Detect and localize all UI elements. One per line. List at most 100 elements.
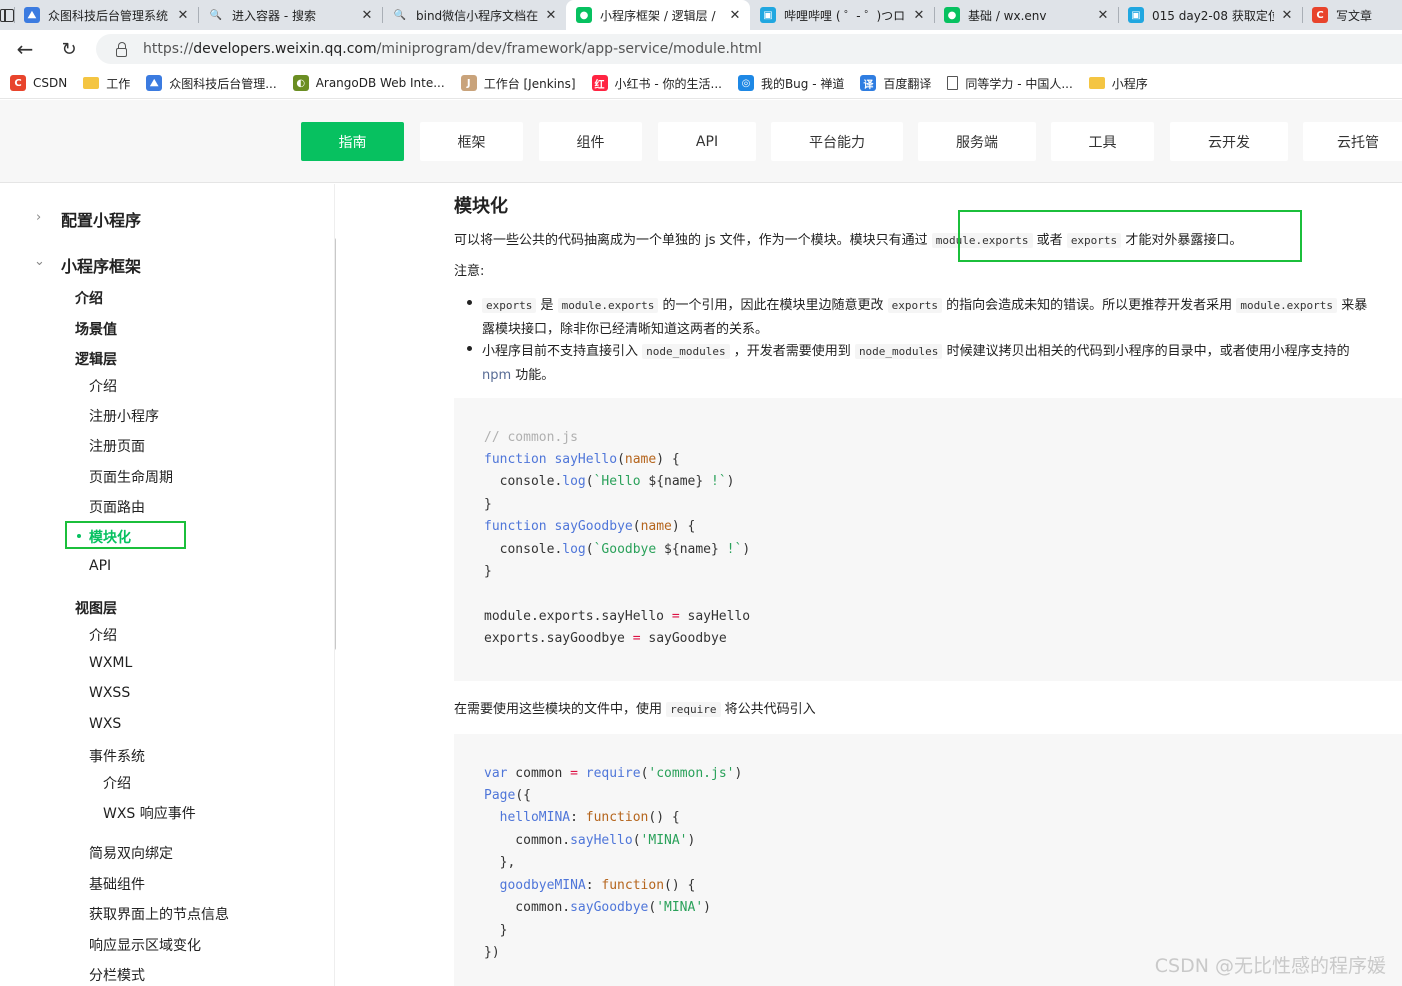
code-text: ({ xyxy=(515,788,531,803)
bookmark-label: 小红书 - 你的生活... xyxy=(614,76,722,91)
sidebar-item-register-app[interactable]: 注册小程序 xyxy=(89,406,159,426)
sidebar-item-wxs-events[interactable]: WXS 响应事件 xyxy=(103,803,196,823)
sidebar-item-events-intro[interactable]: 介绍 xyxy=(103,773,131,793)
code-function: sayGoodbye xyxy=(570,900,649,915)
note-label: 注意: xyxy=(454,264,485,279)
code-text: : xyxy=(585,878,602,893)
code-string: !` xyxy=(703,474,727,489)
tab-close-icon[interactable]: ✕ xyxy=(912,8,926,23)
code-line: goodbyeMINA: function() { xyxy=(484,878,696,893)
nav-tab[interactable]: 云开发 xyxy=(1170,122,1288,161)
tab-favicon-icon: C xyxy=(1312,7,1328,23)
code-function: sayHello xyxy=(570,833,633,848)
browser-tab[interactable]: ⛰ 众图科技后台管理系统 ✕ xyxy=(14,0,198,30)
note-item-2: 小程序目前不支持直接引入 node_modules ，开发者需要使用到 node… xyxy=(482,340,1350,359)
code-text: () { xyxy=(664,878,696,893)
nav-tab[interactable]: 指南 xyxy=(301,122,404,161)
sidebar-item-intro[interactable]: 介绍 xyxy=(75,288,103,308)
browser-tab[interactable]: C 写文章 xyxy=(1302,0,1402,30)
tab-actions-button[interactable] xyxy=(0,0,14,30)
tab-close-icon[interactable]: ✕ xyxy=(1280,8,1294,23)
code-text: ${name} xyxy=(664,542,719,557)
code-string: `Goodbye xyxy=(593,542,665,557)
browser-tab[interactable]: 🔍 进入容器 - 搜索 ✕ xyxy=(198,0,382,30)
note-text: ，开发者需要使用到 xyxy=(733,344,851,359)
chevron-down-icon: ⌄ xyxy=(34,254,45,269)
sidebar-item-viewport-change[interactable]: 响应显示区域变化 xyxy=(89,935,201,955)
sidebar-item-wxml[interactable]: WXML xyxy=(89,655,132,671)
browser-tab[interactable]: ● 基础 / wx.env ✕ xyxy=(934,0,1118,30)
code-keyword: function xyxy=(484,452,547,467)
code-text: () { xyxy=(648,810,680,825)
bookmark-item[interactable]: ◐ ArangoDB Web Inte... xyxy=(292,75,445,91)
code-text: sayGoodbye xyxy=(640,631,727,646)
sidebar-item-page-route[interactable]: 页面路由 xyxy=(89,497,145,517)
tab-close-icon[interactable]: ✕ xyxy=(728,8,742,23)
sidebar-item-base-components[interactable]: 基础组件 xyxy=(89,874,145,894)
sidebar-item-api[interactable]: API xyxy=(89,558,111,574)
sidebar-item-framework[interactable]: 小程序框架 xyxy=(61,253,141,277)
sidebar-item-module-active[interactable]: 模块化 xyxy=(65,521,186,549)
require-paragraph: 在需要使用这些模块的文件中，使用 require 将公共代码引入 xyxy=(454,698,816,717)
bookmark-item[interactable]: ◎ 我的Bug - 禅道 xyxy=(737,75,844,92)
sidebar-item-wxss[interactable]: WXSS xyxy=(89,685,130,701)
sidebar-item-page-lifecycle[interactable]: 页面生命周期 xyxy=(89,467,173,487)
tab-close-icon[interactable]: ✕ xyxy=(1096,8,1110,23)
back-button[interactable]: ← xyxy=(14,37,36,61)
nav-tab[interactable]: 云托管 xyxy=(1303,122,1402,161)
tab-actions-icon xyxy=(0,8,14,22)
bookmark-item[interactable]: 工作 xyxy=(83,75,130,92)
bookmark-item[interactable]: 小程序 xyxy=(1088,75,1148,92)
nav-tab[interactable]: API xyxy=(658,122,756,161)
nav-tab[interactable]: 组件 xyxy=(539,122,642,161)
browser-tab[interactable]: ● 小程序框架 / 逻辑层 / ✕ xyxy=(566,0,750,30)
code-operator: = xyxy=(632,631,641,646)
bookmark-label: 工作 xyxy=(106,76,131,91)
sidebar-item-view[interactable]: 视图层 xyxy=(75,598,117,618)
nav-tab[interactable]: 平台能力 xyxy=(771,122,903,161)
code-line: function sayGoodbye(name) { xyxy=(484,519,696,534)
sidebar-item-scene[interactable]: 场景值 xyxy=(75,319,117,339)
code-function: log xyxy=(562,542,586,557)
code-text: ( xyxy=(632,833,641,848)
sidebar-item-two-way-binding[interactable]: 简易双向绑定 xyxy=(89,843,173,863)
sidebar-item-logic-intro[interactable]: 介绍 xyxy=(89,376,117,396)
nav-tab[interactable]: 工具 xyxy=(1051,122,1154,161)
code-text: ) xyxy=(687,833,696,848)
bookmark-item[interactable]: C CSDN xyxy=(10,75,67,91)
bookmark-label: ArangoDB Web Inte... xyxy=(315,76,445,90)
xiaohongshu-icon: 红 xyxy=(591,75,608,91)
tab-close-icon[interactable]: ✕ xyxy=(544,8,558,23)
folder-icon xyxy=(83,77,100,89)
url-input[interactable]: https://developers.weixin.qq.com/minipro… xyxy=(96,34,1402,64)
tab-close-icon[interactable]: ✕ xyxy=(176,8,190,23)
bookmark-item[interactable]: 红小红书 - 你的生活... xyxy=(591,75,722,92)
sidebar-item-wxs[interactable]: WXS xyxy=(89,716,121,732)
sidebar-item-register-page[interactable]: 注册页面 xyxy=(89,436,145,456)
tab-close-icon[interactable]: ✕ xyxy=(360,8,374,23)
nav-tab[interactable]: 框架 xyxy=(420,122,523,161)
code-text: ) xyxy=(726,474,735,489)
bookmark-item[interactable]: ⛰ 众图科技后台管理... xyxy=(146,75,277,92)
bookmark-label: 众图科技后台管理... xyxy=(169,76,277,91)
sidebar-item-events[interactable]: 事件系统 xyxy=(89,746,145,766)
reload-button[interactable]: ↻ xyxy=(58,38,80,60)
sidebar-item-logic[interactable]: 逻辑层 xyxy=(75,349,117,369)
code-module-exports: module.exports xyxy=(557,298,659,313)
code-line: } xyxy=(484,564,492,579)
sidebar-item-view-intro[interactable]: 介绍 xyxy=(89,625,117,645)
nav-tab[interactable]: 服务端 xyxy=(918,122,1036,161)
bookmark-item[interactable]: 同等学力 - 中国人... xyxy=(947,75,1073,92)
bookmark-item[interactable]: J 工作台 [Jenkins] xyxy=(460,75,576,92)
note-text: 的一个引用，因此在模块里边随意更改 xyxy=(662,298,884,313)
browser-tab[interactable]: 🔍 bind微信小程序文档在 ✕ xyxy=(382,0,566,30)
code-line: common.sayHello('MINA') xyxy=(484,833,695,848)
sidebar-item-node-info[interactable]: 获取界面上的节点信息 xyxy=(89,904,229,924)
bookmark-item[interactable]: 译百度翻译 xyxy=(860,75,931,92)
npm-link[interactable]: npm xyxy=(482,368,511,383)
note-item-2-line2: npm 功能。 xyxy=(482,364,554,383)
browser-tab[interactable]: ▣ 015 day2-08 获取定位 ✕ xyxy=(1118,0,1302,30)
sidebar-item-split-mode[interactable]: 分栏模式 xyxy=(89,965,145,985)
sidebar-item-config[interactable]: 配置小程序 xyxy=(61,207,141,231)
browser-tab[interactable]: ▣ 哔哩哔哩 ( ゜- ゜)つロ ✕ xyxy=(750,0,934,30)
